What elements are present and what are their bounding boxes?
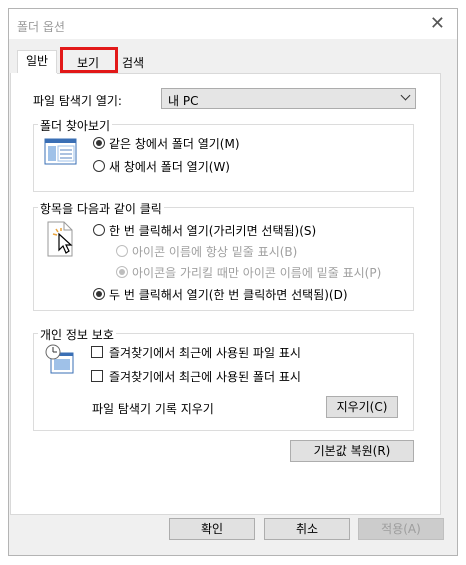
clear-button[interactable]: 지우기(C) [326, 396, 398, 418]
apply-button-label: 적용(A) [381, 522, 421, 536]
radio-always-underline[interactable] [116, 245, 128, 257]
tab-search[interactable]: 검색 [116, 53, 150, 73]
single-click-label: 한 번 클릭해서 열기(가리키면 선택됨)(S) [109, 224, 317, 238]
cancel-button[interactable]: 취소 [264, 518, 350, 540]
open-explorer-label: 파일 탐색기 열기: [33, 94, 122, 108]
apply-button[interactable]: 적용(A) [358, 518, 444, 540]
ok-button[interactable]: 확인 [169, 518, 255, 540]
same-window-label: 같은 창에서 폴더 열기(M) [109, 137, 240, 151]
radio-hover-underline[interactable] [116, 266, 128, 278]
open-explorer-select[interactable]: 내 PC [161, 88, 416, 109]
checkbox-recent-folders[interactable] [91, 370, 103, 382]
chevron-down-icon [400, 90, 411, 101]
clear-history-label: 파일 탐색기 기록 지우기 [92, 402, 214, 416]
recent-files-icon [45, 344, 74, 374]
recent-folders-label: 즐겨찾기에서 최근에 사용된 폴더 표시 [109, 370, 301, 384]
cancel-button-label: 취소 [295, 522, 319, 536]
tab-general[interactable]: 일반 [17, 50, 57, 74]
highlight-box [60, 47, 118, 73]
radio-double-click[interactable] [93, 288, 105, 300]
restore-defaults-button[interactable]: 기본값 복원(R) [290, 440, 414, 462]
always-underline-label: 아이콘 이름에 항상 밑줄 표시(B) [132, 245, 298, 259]
ok-button-label: 확인 [200, 522, 224, 536]
tab-divider [57, 73, 441, 74]
close-icon[interactable]: ✕ [430, 15, 445, 33]
browse-folders-legend: 폴더 찾아보기 [38, 117, 113, 134]
privacy-legend: 개인 정보 보호 [38, 326, 116, 343]
title-bar: 폴더 옵션 ✕ [9, 9, 457, 39]
clear-button-label: 지우기(C) [336, 400, 388, 414]
checkbox-recent-files[interactable] [91, 346, 103, 358]
radio-new-window[interactable] [93, 160, 105, 172]
new-window-label: 새 창에서 폴더 열기(W) [109, 160, 230, 174]
tab-search-label: 검색 [121, 56, 145, 70]
window-icon [44, 138, 77, 165]
radio-single-click[interactable] [93, 224, 105, 236]
double-click-label: 두 번 클릭해서 열기(한 번 클릭하면 선택됨)(D) [109, 288, 348, 302]
tab-general-label: 일반 [25, 54, 49, 68]
radio-same-window[interactable] [93, 137, 105, 149]
hover-underline-label: 아이콘을 가리킬 때만 아이콘 이름에 밑줄 표시(P) [132, 266, 382, 280]
open-explorer-value: 내 PC [168, 94, 199, 108]
recent-files-label: 즐겨찾기에서 최근에 사용된 파일 표시 [109, 346, 301, 360]
pointer-icon [47, 221, 73, 257]
window-title: 폴더 옵션 [17, 20, 65, 34]
restore-defaults-label: 기본값 복원(R) [313, 444, 391, 458]
click-items-legend: 항목을 다음과 같이 클릭 [38, 200, 164, 217]
